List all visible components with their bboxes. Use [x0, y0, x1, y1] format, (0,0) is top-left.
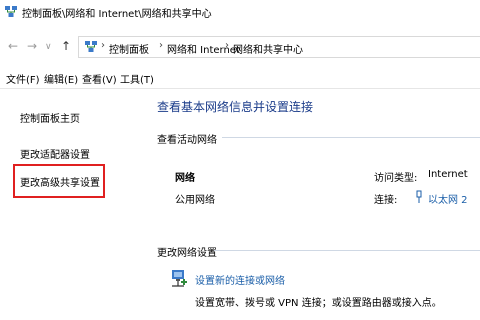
network-category[interactable]: 公用网络: [175, 191, 215, 206]
recent-locations-dropdown[interactable]: ∨: [45, 40, 52, 54]
menu-tools[interactable]: 工具(T): [120, 71, 154, 86]
up-button[interactable]: ↑: [61, 39, 71, 53]
menu-bar: 文件(F) 编辑(E) 查看(V) 工具(T): [0, 70, 480, 86]
connection-link[interactable]: 以太网 2: [428, 191, 468, 206]
new-connection-icon: [172, 270, 187, 287]
sidebar-item-control-panel-home[interactable]: 控制面板主页: [20, 110, 80, 125]
menu-file[interactable]: 文件(F): [6, 71, 40, 86]
network-name: 网络: [175, 173, 195, 184]
breadcrumb-separator: ›: [159, 40, 163, 51]
menu-divider: [0, 88, 480, 89]
setup-description: 设置宽带、拨号或 VPN 连接；或设置路由器或接入点。: [195, 298, 442, 309]
back-button[interactable]: ←: [8, 39, 18, 53]
breadcrumb-network-sharing-center[interactable]: 网络和共享中心: [233, 41, 303, 56]
breadcrumb-separator: ›: [101, 40, 105, 51]
address-row: ← → ∨ ↑ › 控制面板 › 网络和 Internet › 网络和共享中心: [0, 34, 480, 58]
active-networks-label: 查看活动网络: [157, 135, 217, 146]
setup-new-connection-link[interactable]: 设置新的连接或网络: [195, 272, 285, 287]
access-type-value: Internet: [428, 169, 468, 180]
address-bar[interactable]: › 控制面板 › 网络和 Internet › 网络和共享中心: [78, 36, 480, 58]
network-center-icon: [5, 6, 17, 17]
breadcrumb-control-panel[interactable]: 控制面板: [109, 41, 149, 56]
control-panel-icon: [85, 41, 97, 52]
sidebar-item-change-adapter-settings[interactable]: 更改适配器设置: [20, 146, 90, 161]
menu-view[interactable]: 查看(V): [82, 71, 117, 86]
section-divider: [214, 250, 480, 251]
page-title: 查看基本网络信息并设置连接: [157, 100, 314, 114]
window-title: 控制面板\网络和 Internet\网络和共享中心: [22, 9, 212, 20]
title-bar: 控制面板\网络和 Internet\网络和共享中心: [0, 0, 480, 26]
change-settings-label: 更改网络设置: [157, 248, 217, 259]
ethernet-icon: [416, 190, 422, 203]
access-type-label: 访问类型:: [374, 173, 418, 184]
breadcrumb-separator: ›: [225, 40, 229, 51]
section-divider: [222, 137, 480, 138]
highlight-box: [13, 164, 105, 198]
connection-label: 连接:: [374, 195, 398, 206]
menu-edit[interactable]: 编辑(E): [44, 71, 78, 86]
forward-button[interactable]: →: [27, 39, 37, 53]
